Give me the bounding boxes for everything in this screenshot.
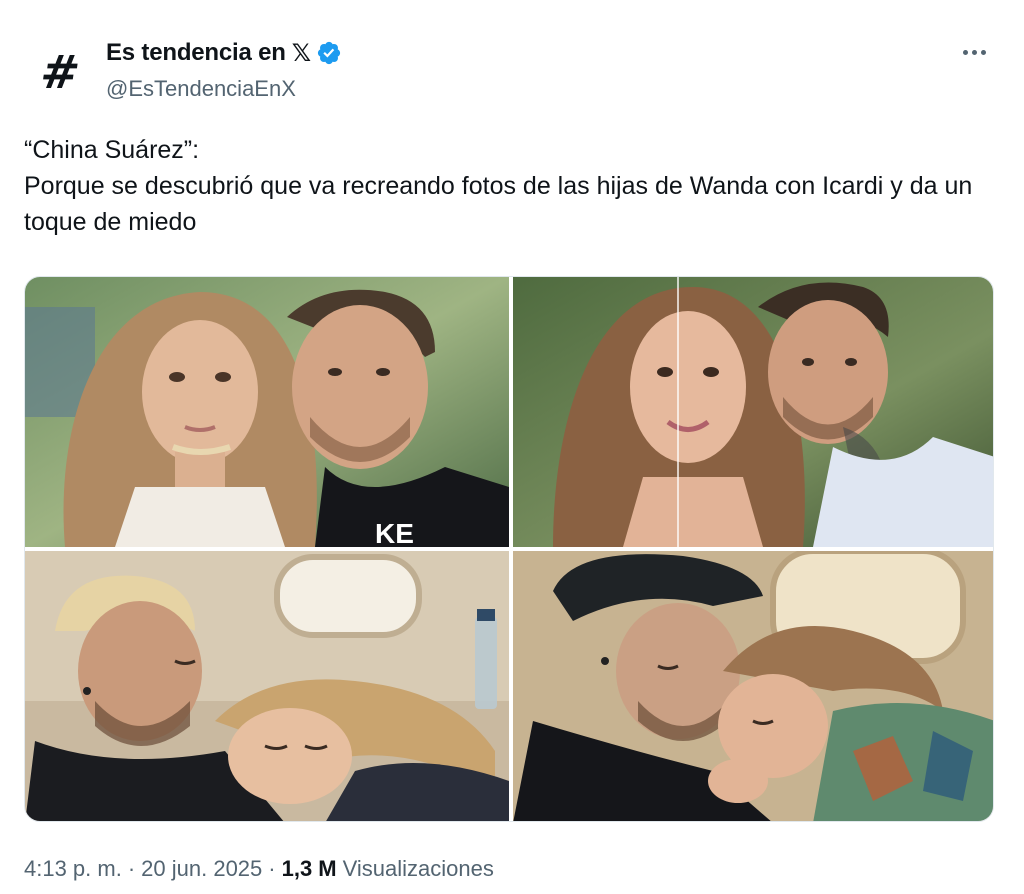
man-and-girl-sleeping-icon <box>25 551 509 821</box>
views-label: Visualizaciones <box>342 856 494 881</box>
woman-and-man-selfie-icon <box>513 277 993 547</box>
tweet-time[interactable]: 4:13 p. m. <box>24 856 122 882</box>
media-grid: KE <box>24 276 994 822</box>
tweet-date[interactable]: 20 jun. 2025 <box>141 856 262 882</box>
tweet-text-line-1: “China Suárez”: <box>24 136 200 164</box>
svg-text:KE: KE <box>375 518 414 547</box>
tweet-text: “China Suárez”: Porque se descubrió que … <box>24 132 994 240</box>
girl-and-man-selfie-icon: KE <box>25 277 509 547</box>
meta-separator-2: · <box>268 856 276 881</box>
hashtag-icon: # <box>36 45 84 99</box>
more-options-icon[interactable] <box>956 38 992 66</box>
meta-separator-1: · <box>127 856 136 881</box>
author-display-name[interactable]: Es tendencia en <box>106 39 286 67</box>
author-name-row: Es tendencia en 𝕏 <box>106 37 342 69</box>
views-count: 1,3 M <box>281 856 337 881</box>
media-photo-4[interactable] <box>513 551 993 821</box>
avatar[interactable]: # <box>24 36 96 108</box>
media-photo-1[interactable]: KE <box>25 277 509 547</box>
tweet-meta: 4:13 p. m. · 20 jun. 2025 · 1,3 M Visual… <box>24 856 494 882</box>
media-photo-2[interactable] <box>513 277 993 547</box>
media-photo-3[interactable] <box>25 551 509 821</box>
author-handle[interactable]: @EsTendenciaEnX <box>106 76 296 102</box>
man-and-woman-hug-icon <box>513 551 993 821</box>
x-logo-icon: 𝕏 <box>291 39 312 67</box>
tweet-text-line-2: Porque se descubrió que va recreando fot… <box>24 172 980 236</box>
verified-badge-icon <box>317 41 341 65</box>
tweet-card: # Es tendencia en 𝕏 @EsTendenciaEnX “Chi… <box>0 0 1024 894</box>
